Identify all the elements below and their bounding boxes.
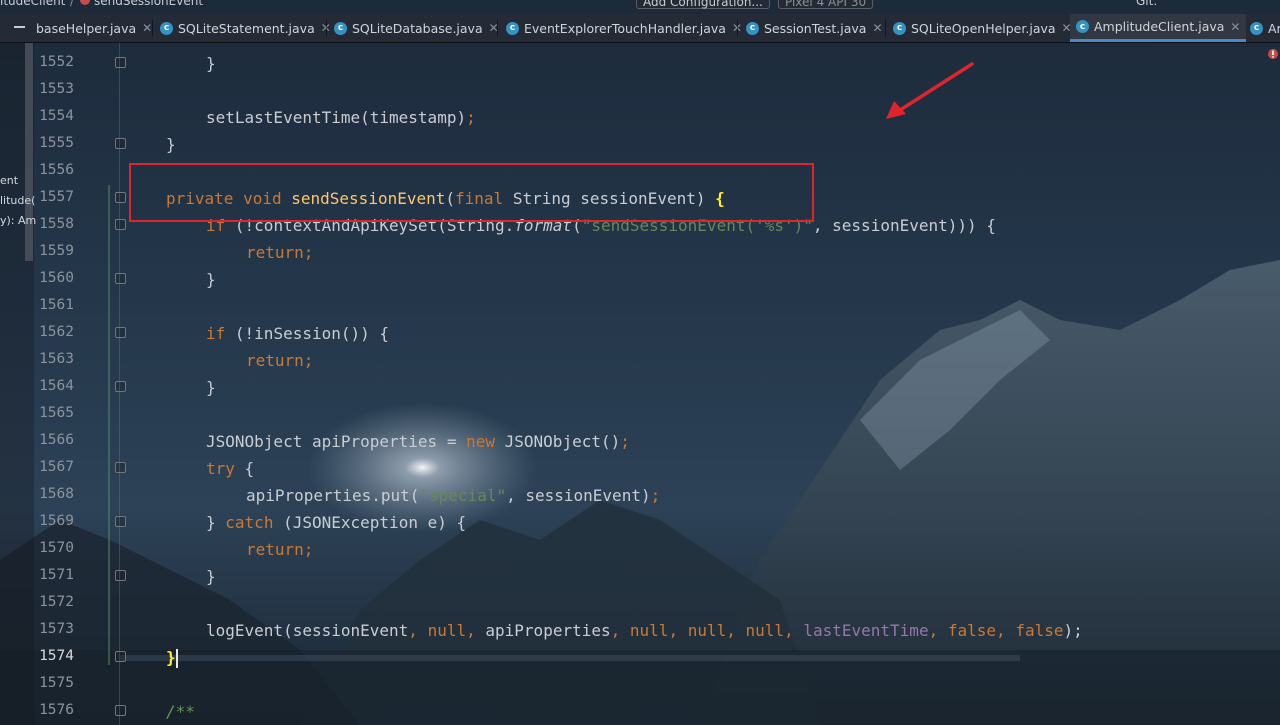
code-line-1573: logEvent(sessionEvent, null, apiProperti… (206, 621, 1083, 640)
java-class-icon: c (893, 21, 906, 35)
code-line-1569: } catch (JSONException e) { (206, 513, 467, 532)
java-class-icon: c (1076, 20, 1089, 33)
code-line-1560: } (206, 270, 216, 289)
tab-sessiontest[interactable]: c SessionTest.java ✕ (746, 14, 883, 42)
code-editor[interactable]: } setLastEventTime(timestamp); } private… (0, 43, 1280, 725)
code-line-1570: return; (246, 540, 314, 559)
code-line-1571: } (206, 567, 216, 586)
editor-tab-bar: baseHelper.java✕ cSQLiteStatement.java✕ … (0, 14, 1280, 43)
code-line-1555: } (166, 135, 176, 154)
java-class-icon: c (746, 21, 759, 35)
code-line-1559: return; (246, 243, 314, 262)
code-line-1563: return; (246, 351, 314, 370)
git-label: Git: (1136, 0, 1158, 8)
tab-sqlitestatement[interactable]: cSQLiteStatement.java✕ (160, 14, 331, 42)
close-icon[interactable]: ✕ (872, 21, 882, 35)
tab-overflow[interactable]: c Ar (1250, 14, 1280, 42)
breadcrumb-method[interactable]: sendSessionEvent (94, 0, 203, 8)
breadcrumb-separator: / (70, 0, 75, 8)
tab-eventexplorertouchhandler[interactable]: cEventExplorerTouchHandler.java✕ (506, 14, 742, 42)
code-line-1554: setLastEventTime(timestamp); (206, 108, 476, 127)
tab-sqlitedatabase[interactable]: c SQLiteDatabase.java ✕ (334, 14, 499, 42)
method-icon (80, 0, 90, 8)
tab-sqliteopenhelper[interactable]: c SQLiteOpenHelper.java ✕ (893, 14, 1072, 42)
code-line-1567: try { (206, 459, 255, 478)
error-indicator-icon[interactable] (1267, 48, 1279, 60)
code-line-1552: } (206, 54, 216, 73)
device-selector[interactable]: Pixel 4 API 30 (778, 0, 874, 9)
java-class-icon: c (160, 21, 173, 35)
close-icon[interactable]: ✕ (142, 21, 152, 35)
tab-basehelper[interactable]: baseHelper.java ✕ (36, 14, 152, 42)
java-class-icon: c (506, 21, 519, 35)
code-line-1576: /** (166, 702, 195, 721)
java-class-icon: c (1250, 21, 1263, 35)
code-line-1562: if (!inSession()) { (206, 324, 390, 343)
breadcrumb-class[interactable]: itudeClient (0, 0, 65, 8)
code-line-1568: apiProperties.put("special", sessionEven… (246, 486, 661, 505)
text-caret (175, 649, 178, 668)
navigation-toolbar: itudeClient / sendSessionEvent Add Confi… (0, 0, 1280, 14)
tab-amplitudeclient[interactable]: c AmplitudeClient.java ✕ (1070, 14, 1247, 42)
annotation-arrow-icon (886, 62, 974, 119)
java-class-icon: c (334, 21, 347, 35)
highlight-annotation-box (129, 163, 814, 222)
code-line-1566: JSONObject apiProperties = new JSONObjec… (206, 432, 630, 451)
add-configuration-button[interactable]: Add Configuration... (636, 0, 770, 9)
code-line-1564: } (206, 378, 216, 397)
collapse-icon[interactable] (14, 26, 25, 28)
close-icon[interactable]: ✕ (1230, 20, 1240, 34)
code-line-1574: } (166, 648, 178, 668)
